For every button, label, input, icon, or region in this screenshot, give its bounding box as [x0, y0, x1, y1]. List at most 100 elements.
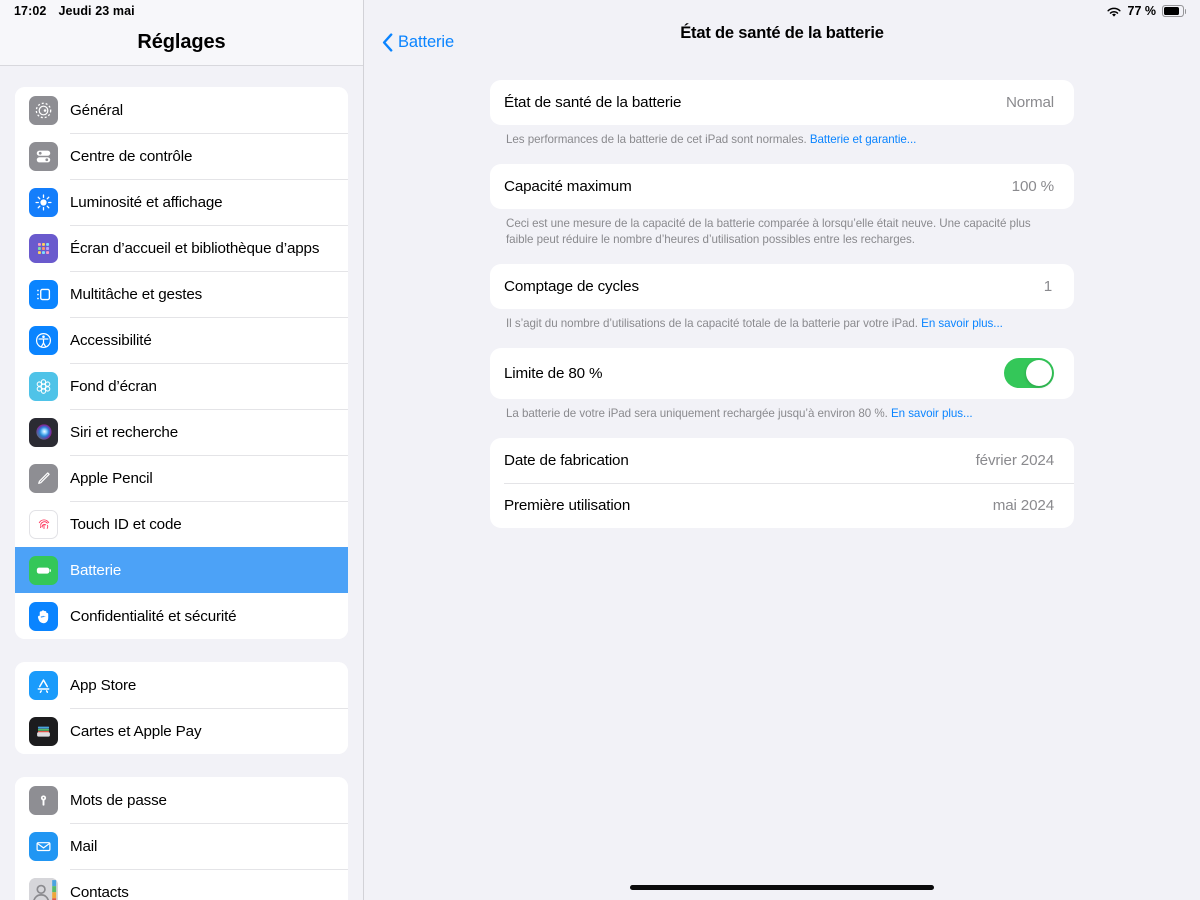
app-grid-icon	[29, 233, 58, 263]
wallpaper-icon	[29, 371, 58, 401]
row-value: mai 2024	[992, 496, 1054, 514]
sidebar-item-brightness[interactable]: Luminosité et affichage	[15, 179, 348, 225]
ipad-settings-screen: 17:02 Jeudi 23 mai 77 % Réglages Général…	[0, 0, 1200, 900]
sidebar-item-label: Fond d’écran	[70, 377, 157, 395]
block-max-capacity: Capacité maximum 100 % Ceci est une mesu…	[490, 163, 1074, 248]
sidebar-item-label: Mail	[70, 837, 98, 855]
battery-warranty-link[interactable]: Batterie et garantie...	[810, 133, 917, 146]
contacts-icon	[29, 877, 58, 900]
control-center-icon	[29, 141, 58, 171]
footnote-charge-limit-80: La batterie de votre iPad sera uniquemen…	[490, 399, 1074, 422]
row-label: Date de fabrication	[504, 451, 629, 469]
sidebar-header: Réglages	[0, 0, 363, 66]
sidebar-item-home-screen[interactable]: Écran d’accueil et bibliothèque d’apps	[15, 225, 348, 271]
detail-header: Batterie État de santé de la batterie	[364, 0, 1200, 66]
back-button-label: Batterie	[398, 32, 455, 51]
row-label: Comptage de cycles	[504, 277, 639, 295]
sidebar-item-touch-id[interactable]: Touch ID et code	[15, 501, 348, 547]
touch-id-icon	[29, 509, 58, 539]
sidebar-item-label: App Store	[70, 676, 137, 694]
sidebar-item-passwords[interactable]: Mots de passe	[15, 777, 348, 823]
sidebar-item-multitasking[interactable]: Multitâche et gestes	[15, 271, 348, 317]
sidebar-group-accounts: Mots de passe Mail Contacts	[15, 777, 348, 900]
sidebar-item-label: Apple Pencil	[70, 469, 153, 487]
sidebar-item-general[interactable]: Général	[15, 87, 348, 133]
row-cycle-count[interactable]: Comptage de cycles 1	[490, 264, 1074, 309]
sidebar-item-label: Écran d’accueil et bibliothèque d’apps	[70, 239, 320, 257]
row-charge-limit-80[interactable]: Limite de 80 %	[490, 348, 1074, 399]
row-label: État de santé de la batterie	[504, 94, 682, 111]
learn-more-cycles-link[interactable]: En savoir plus...	[921, 317, 1003, 330]
block-dates: Date de fabrication février 2024 Premièr…	[490, 437, 1074, 528]
block-battery-health: État de santé de la batterie Normal Les …	[490, 80, 1074, 148]
pencil-icon	[29, 463, 58, 493]
card-battery-health: État de santé de la batterie Normal	[490, 80, 1074, 125]
multitasking-icon	[29, 279, 58, 309]
learn-more-limit-link[interactable]: En savoir plus...	[891, 407, 973, 420]
back-button[interactable]: Batterie	[382, 33, 454, 52]
row-manufacture-date[interactable]: Date de fabrication février 2024	[490, 438, 1074, 483]
siri-icon	[29, 417, 58, 447]
sidebar-item-contacts[interactable]: Contacts	[15, 869, 348, 900]
row-value: 1	[1043, 277, 1052, 295]
row-label: Capacité maximum	[504, 177, 632, 195]
sidebar-item-label: Batterie	[70, 561, 122, 579]
sidebar-item-label: Accessibilité	[70, 331, 152, 349]
footnote-text: Il s’agit du nombre d’utilisations de la…	[506, 316, 922, 330]
sidebar-item-accessibility[interactable]: Accessibilité	[15, 317, 348, 363]
gear-icon	[29, 95, 58, 125]
sidebar-item-label: Cartes et Apple Pay	[70, 722, 202, 740]
detail-body: État de santé de la batterie Normal Les …	[364, 66, 1200, 528]
sidebar-item-control-center[interactable]: Centre de contrôle	[15, 133, 348, 179]
brightness-icon	[29, 187, 58, 217]
footnote-cycle-count: Il s’agit du nombre d’utilisations de la…	[490, 309, 1074, 332]
charge-limit-toggle[interactable]	[1004, 358, 1054, 389]
row-value: 100 %	[1011, 177, 1054, 195]
row-first-use[interactable]: Première utilisation mai 2024	[490, 482, 1074, 528]
row-value: février 2024	[975, 451, 1055, 469]
row-label: Première utilisation	[504, 496, 631, 514]
row-label: Limite de 80 %	[504, 364, 603, 382]
sidebar-item-label: Confidentialité et sécurité	[70, 607, 237, 625]
card-max-capacity: Capacité maximum 100 %	[490, 163, 1074, 209]
sidebar-item-label: Mots de passe	[70, 791, 167, 809]
footnote-battery-health: Les performances de la batterie de cet i…	[490, 125, 1074, 148]
accessibility-icon	[29, 325, 58, 355]
card-cycle-count: Comptage de cycles 1	[490, 263, 1074, 309]
settings-sidebar: Réglages Général Centre de contrôle Lumi…	[0, 0, 364, 900]
sidebar-item-siri[interactable]: Siri et recherche	[15, 409, 348, 455]
privacy-hand-icon	[29, 601, 58, 631]
row-battery-health[interactable]: État de santé de la batterie Normal	[490, 80, 1074, 125]
key-icon	[29, 785, 58, 815]
sidebar-item-app-store[interactable]: App Store	[15, 662, 348, 708]
sidebar-title: Réglages	[137, 31, 226, 53]
sidebar-item-label: Siri et recherche	[70, 423, 179, 441]
sidebar-item-wallpaper[interactable]: Fond d’écran	[15, 363, 348, 409]
sidebar-item-privacy[interactable]: Confidentialité et sécurité	[15, 593, 348, 639]
sidebar-item-label: Luminosité et affichage	[70, 193, 223, 211]
sidebar-group-store: App Store Cartes et Apple Pay	[15, 662, 348, 754]
footnote-max-capacity: Ceci est une mesure de la capacité de la…	[506, 216, 1031, 246]
sidebar-item-label: Général	[70, 101, 123, 119]
row-max-capacity[interactable]: Capacité maximum 100 %	[490, 164, 1074, 209]
row-value: Normal	[1005, 94, 1054, 111]
sidebar-item-label: Touch ID et code	[70, 515, 182, 533]
card-charge-limit-80: Limite de 80 %	[490, 347, 1074, 399]
home-indicator[interactable]	[630, 885, 934, 890]
block-cycle-count: Comptage de cycles 1 Il s’agit du nombre…	[490, 263, 1074, 332]
card-dates: Date de fabrication février 2024 Premièr…	[490, 437, 1074, 528]
sidebar-item-mail[interactable]: Mail	[15, 823, 348, 869]
mail-icon	[29, 831, 58, 861]
sidebar-item-label: Multitâche et gestes	[70, 285, 203, 303]
sidebar-scroll-area[interactable]: Général Centre de contrôle Luminosité et…	[0, 66, 363, 900]
battery-health-detail-pane: Batterie État de santé de la batterie Ét…	[364, 0, 1200, 900]
footnote-text: La batterie de votre iPad sera uniquemen…	[506, 406, 891, 420]
app-store-icon	[29, 670, 58, 700]
sidebar-item-wallet[interactable]: Cartes et Apple Pay	[15, 708, 348, 754]
footnote-text: Les performances de la batterie de cet i…	[506, 133, 810, 146]
block-charge-limit-80: Limite de 80 % La batterie de votre iPad…	[490, 347, 1074, 422]
sidebar-item-apple-pencil[interactable]: Apple Pencil	[15, 455, 348, 501]
sidebar-group-system: Général Centre de contrôle Luminosité et…	[15, 87, 348, 639]
toggle-knob	[1026, 360, 1052, 387]
sidebar-item-batterie[interactable]: Batterie	[15, 547, 348, 593]
